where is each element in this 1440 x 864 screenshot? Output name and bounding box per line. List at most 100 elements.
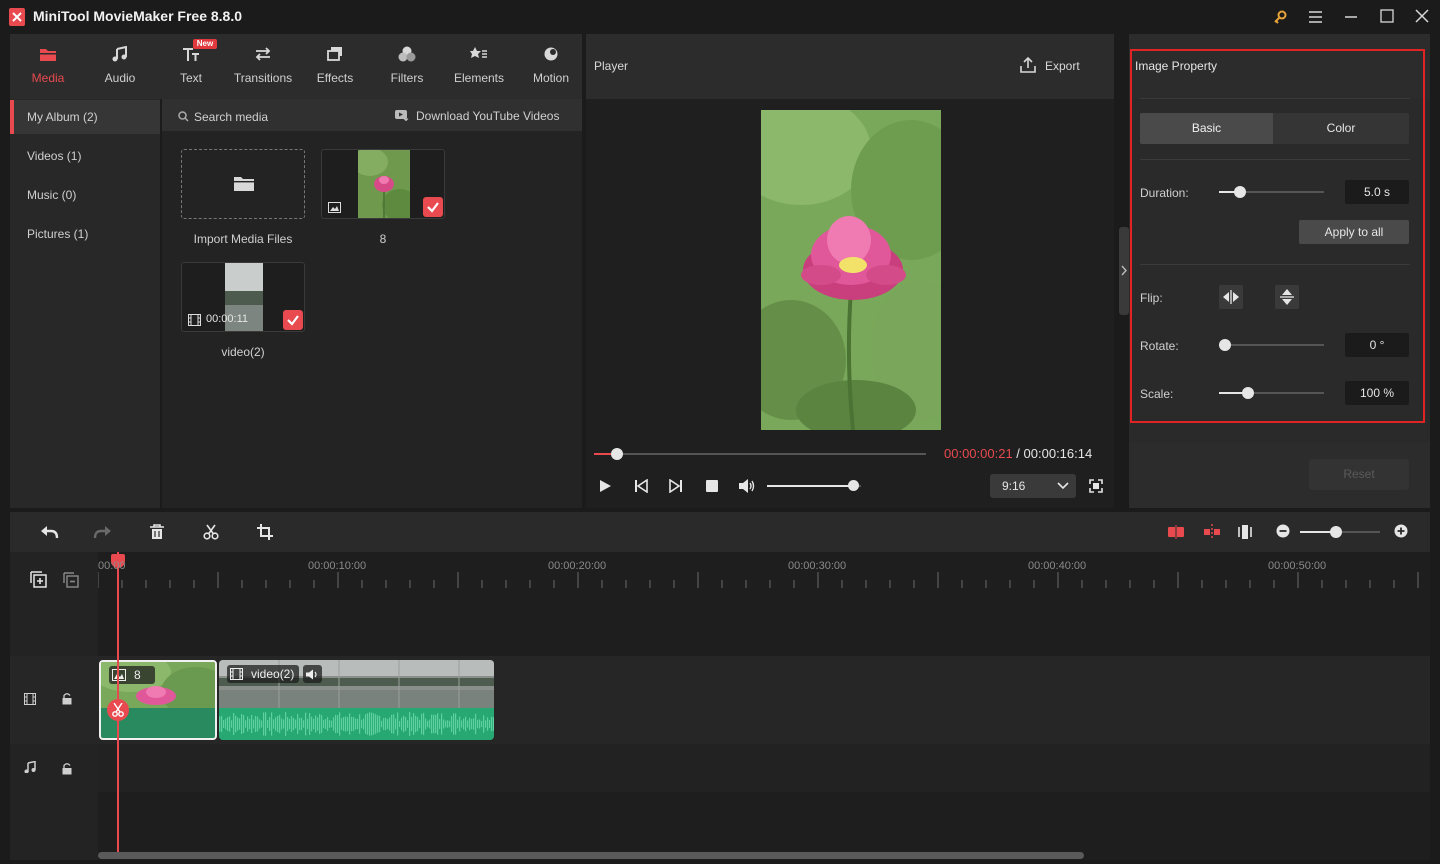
zoom-in-icon[interactable]	[1394, 524, 1408, 538]
waveform-bar	[339, 712, 341, 736]
add-track-icon[interactable]	[30, 571, 47, 588]
waveform-bar	[403, 715, 405, 733]
volume-icon[interactable]	[738, 478, 756, 494]
close-icon[interactable]	[1415, 9, 1429, 23]
tab-effects[interactable]: Effects	[300, 34, 370, 99]
playback-progress-track[interactable]	[594, 453, 926, 455]
clip-audio-badge[interactable]	[303, 665, 322, 683]
zoom-slider-handle[interactable]	[1330, 526, 1342, 538]
flip-vertical-button[interactable]	[1275, 285, 1299, 309]
nav-my-album[interactable]: My Album (2)	[10, 100, 160, 134]
player-title: Player	[594, 59, 629, 73]
clip-8-label: 8	[134, 668, 141, 682]
maximize-icon[interactable]	[1380, 9, 1394, 23]
tab-color[interactable]: Color	[1273, 113, 1409, 144]
volume-handle[interactable]	[847, 480, 859, 491]
fit-timeline-icon[interactable]	[1237, 524, 1253, 540]
crop-icon[interactable]	[257, 524, 273, 540]
waveform-bar	[263, 712, 265, 736]
stop-icon[interactable]	[705, 479, 719, 493]
waveform-bar	[429, 719, 431, 729]
duration-value[interactable]: 5.0 s	[1345, 180, 1409, 204]
timeline-clip-video2[interactable]: video(2)	[219, 660, 494, 740]
panel-collapse-handle[interactable]	[1119, 227, 1129, 315]
current-time: 00:00:00:21	[944, 446, 1013, 461]
rotate-slider-track[interactable]	[1219, 344, 1324, 346]
remove-track-icon[interactable]	[63, 572, 79, 588]
export-icon[interactable]	[1020, 57, 1036, 73]
apply-to-all-button[interactable]: Apply to all	[1299, 220, 1409, 244]
scale-slider-handle[interactable]	[1242, 387, 1254, 399]
waveform-bar	[419, 719, 421, 729]
menu-icon[interactable]	[1308, 10, 1323, 24]
tab-audio[interactable]: Audio	[85, 34, 155, 99]
split-here-button[interactable]	[107, 699, 129, 721]
nav-music[interactable]: Music (0)	[10, 178, 160, 212]
snap-magnet-icon[interactable]	[1167, 524, 1185, 540]
delete-icon[interactable]	[149, 524, 165, 540]
play-icon[interactable]	[598, 479, 612, 493]
undo-icon[interactable]	[39, 524, 59, 540]
nav-pictures[interactable]: Pictures (1)	[10, 217, 160, 251]
tab-media[interactable]: Media	[13, 34, 83, 99]
timeline-ruler[interactable]	[98, 572, 1430, 592]
waveform-bar	[315, 715, 317, 733]
waveform-bar	[399, 720, 401, 728]
ruler-label: 00:00:20:00	[548, 560, 607, 572]
fullscreen-icon[interactable]	[1089, 479, 1103, 493]
split-scissors-icon[interactable]	[203, 524, 219, 540]
waveform-bar	[457, 719, 459, 729]
media-item-8[interactable]	[321, 149, 445, 219]
waveform-bar	[451, 716, 453, 732]
tab-media-label: Media	[31, 71, 65, 85]
nav-videos[interactable]: Videos (1)	[10, 139, 160, 173]
lock-icon[interactable]	[62, 762, 72, 775]
speaker-icon	[306, 669, 317, 680]
total-time: 00:00:16:14	[1023, 446, 1093, 461]
timeline-scrollbar[interactable]	[98, 852, 1084, 859]
tab-transitions[interactable]: Transitions	[228, 34, 298, 99]
reset-button[interactable]: Reset	[1309, 459, 1409, 490]
waveform-bar	[413, 713, 415, 735]
tab-filters[interactable]: Filters	[372, 34, 442, 99]
waveform-bar	[381, 720, 383, 728]
search-media-input[interactable]: Search media	[194, 110, 268, 124]
waveform-bar	[329, 720, 331, 728]
lock-icon[interactable]	[62, 692, 72, 705]
minimize-icon[interactable]	[1344, 10, 1358, 24]
new-badge: New	[193, 39, 217, 49]
rotate-label: Rotate:	[1140, 339, 1179, 353]
waveform-bar	[365, 714, 367, 734]
tab-basic[interactable]: Basic	[1140, 113, 1273, 144]
flip-horizontal-button[interactable]	[1219, 285, 1243, 309]
split-marker-icon[interactable]	[1203, 524, 1221, 540]
waveform-bar	[333, 717, 335, 731]
rotate-slider-handle[interactable]	[1219, 339, 1231, 351]
export-button[interactable]: Export	[1045, 59, 1080, 73]
duration-slider-handle[interactable]	[1234, 186, 1246, 198]
playback-progress-handle[interactable]	[611, 448, 623, 460]
waveform-bar	[229, 716, 231, 732]
waveform-bar	[221, 715, 223, 733]
next-frame-icon[interactable]	[669, 479, 683, 493]
aspect-ratio-select[interactable]: 9:16	[990, 474, 1076, 498]
zoom-out-icon[interactable]	[1276, 524, 1290, 538]
waveform-bar	[341, 718, 343, 730]
redo-icon[interactable]	[93, 524, 113, 540]
waveform-bar	[237, 717, 239, 731]
media-item-video2[interactable]: 00:00:11	[181, 262, 305, 332]
key-icon[interactable]	[1273, 10, 1287, 24]
previous-frame-icon[interactable]	[634, 479, 648, 493]
waveform-bar	[445, 720, 447, 728]
rotate-value[interactable]: 0 °	[1345, 333, 1409, 357]
waveform-bar	[377, 715, 379, 733]
waveform-bar	[247, 716, 249, 732]
waveform-bar	[273, 719, 275, 729]
search-icon	[178, 111, 189, 122]
tab-elements[interactable]: Elements	[444, 34, 514, 99]
waveform-bar	[487, 717, 489, 731]
scale-value[interactable]: 100 %	[1345, 381, 1409, 405]
download-youtube-link[interactable]: Download YouTube Videos	[416, 109, 559, 123]
import-media-button[interactable]	[181, 149, 305, 219]
tab-motion[interactable]: Motion	[516, 34, 586, 99]
